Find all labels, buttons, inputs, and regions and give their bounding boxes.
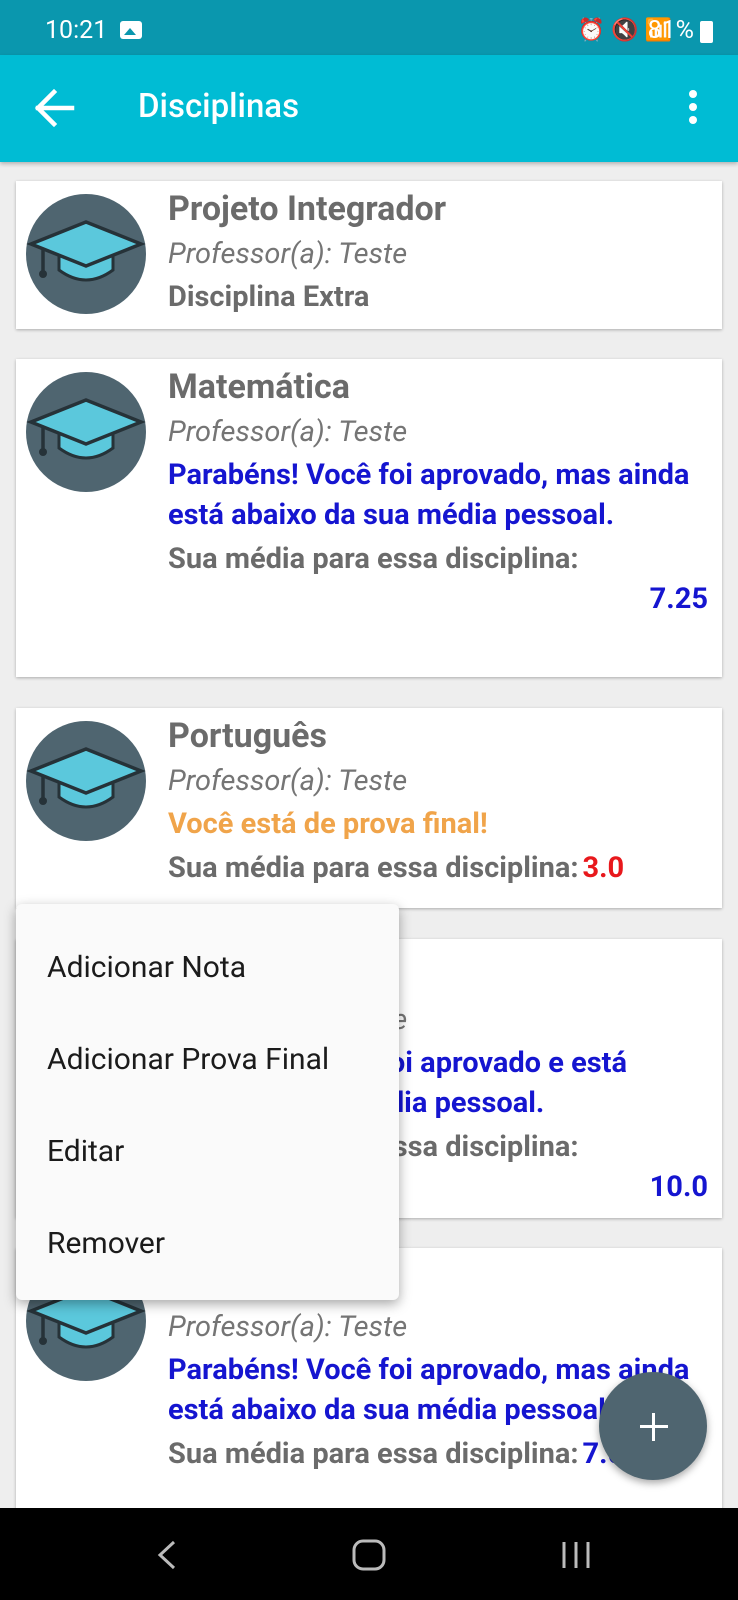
mute-icon: 🔇 <box>611 18 645 43</box>
subject-card[interactable]: Português Professor(a): Teste Você está … <box>16 708 722 908</box>
add-subject-button[interactable] <box>599 1372 707 1480</box>
average-value: 7.25 <box>649 582 708 616</box>
gallery-icon <box>120 21 142 39</box>
battery-icon <box>700 21 713 43</box>
average-value: 3.0 <box>582 851 625 885</box>
battery-percentage: 81% <box>647 16 694 45</box>
subject-card[interactable]: Matemática Professor(a): Teste Parabéns!… <box>16 359 722 677</box>
menu-item-add-final-exam[interactable]: Adicionar Prova Final <box>47 1042 329 1077</box>
subject-name: Português <box>168 716 328 756</box>
average-label: Sua média para essa disciplina: <box>168 851 579 885</box>
subject-professor: Professor(a): Teste <box>168 415 408 449</box>
page-title: Disciplinas <box>138 87 300 126</box>
subject-status: Parabéns! Você foi aprovado, mas ainda e… <box>168 458 690 532</box>
subject-professor: Professor(a): Teste <box>168 764 408 798</box>
navigation-bar <box>0 1508 738 1600</box>
subject-name: Matemática <box>168 367 350 407</box>
graduation-cap-icon <box>26 194 146 314</box>
average-label: Sua média para essa disciplina: <box>168 1437 579 1471</box>
nav-recents-button[interactable] <box>556 1538 596 1572</box>
back-button[interactable] <box>30 86 80 130</box>
alarm-icon: ⏰ <box>577 18 612 43</box>
subject-professor: Professor(a): Teste <box>168 237 408 271</box>
more-vert-icon <box>689 90 697 98</box>
context-menu: Adicionar Nota Adicionar Prova Final Edi… <box>16 904 399 1300</box>
menu-item-edit[interactable]: Editar <box>47 1134 124 1169</box>
subject-name: Projeto Integrador <box>168 189 447 229</box>
subject-status: Disciplina Extra <box>168 280 370 314</box>
subject-status: Você está de prova final! <box>168 807 488 841</box>
app-bar: Disciplinas <box>0 55 738 162</box>
nav-back-button[interactable] <box>148 1538 188 1572</box>
status-bar: 10:21 ⏰🔇📶 81% <box>0 0 738 55</box>
graduation-cap-icon <box>26 721 146 841</box>
menu-item-remove[interactable]: Remover <box>47 1226 165 1261</box>
status-time: 10:21 <box>45 16 108 45</box>
menu-item-add-grade[interactable]: Adicionar Nota <box>47 950 246 985</box>
graduation-cap-icon <box>26 372 146 492</box>
arrow-back-icon <box>34 88 75 128</box>
subject-card[interactable]: Projeto Integrador Professor(a): Teste D… <box>16 181 722 329</box>
nav-home-button[interactable] <box>349 1538 389 1572</box>
more-options-button[interactable] <box>678 85 708 133</box>
average-label: Sua média para essa disciplina: <box>168 542 579 576</box>
subject-professor: Professor(a): Teste <box>168 1310 408 1344</box>
